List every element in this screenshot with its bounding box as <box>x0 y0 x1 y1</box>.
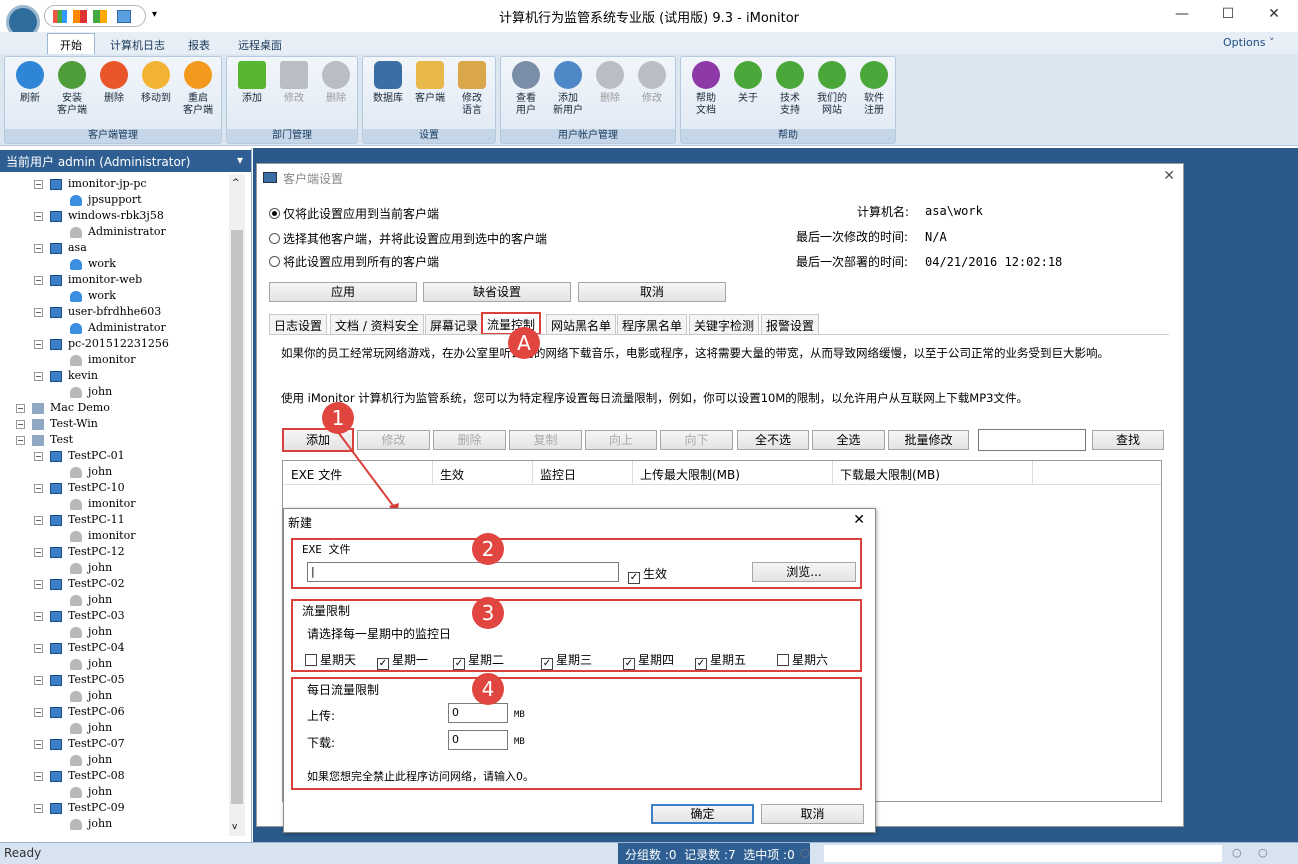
day-checkbox[interactable]: ✓ 星期一 <box>377 651 428 670</box>
exe-section: EXE 文件 | ✓ 生效 浏览... <box>291 538 862 589</box>
browse-button[interactable]: 浏览... <box>752 562 856 582</box>
upload-label: 上传: <box>307 709 336 723</box>
day-label: 星期四 <box>638 653 675 667</box>
status-counts: 分组数 :0 记录数 :7 选中项 :0 <box>625 848 795 862</box>
day-checkbox[interactable]: 星期天 <box>305 651 356 668</box>
day-label: 星期三 <box>556 653 593 667</box>
day-checkbox[interactable]: ✓ 星期五 <box>695 651 746 670</box>
daily-limit-section: 每日流量限制 上传: 0 MB 下载: 0 MB 如果您想完全禁止此程序访问网络… <box>291 677 862 790</box>
arrow-line <box>337 431 398 512</box>
upload-unit: MB <box>514 710 525 720</box>
day-checkbox[interactable]: ✓ 星期四 <box>623 651 674 670</box>
day-label: 星期天 <box>320 653 357 667</box>
day-label: 星期一 <box>392 653 429 667</box>
day-label: 星期五 <box>710 653 747 667</box>
exe-label: EXE 文件 <box>302 543 351 556</box>
day-checkbox[interactable]: 星期六 <box>777 651 828 668</box>
unchecked-box-icon <box>777 654 789 666</box>
badge-2: 2 <box>472 533 504 565</box>
status-bar: Ready 分组数 :0 记录数 :7 选中项 :0 ○ ○ ○ <box>0 842 1298 864</box>
traffic-limit-label: 流量限制 <box>302 604 351 618</box>
badge-4: 4 <box>472 673 504 705</box>
check-icon: ✓ <box>453 658 465 670</box>
block-hint: 如果您想完全禁止此程序访问网络，请输入0。 <box>307 770 534 783</box>
day-label: 星期二 <box>468 653 505 667</box>
exe-file-input[interactable]: | <box>307 562 619 582</box>
status-search-field[interactable] <box>824 845 1222 862</box>
select-days-label: 请选择每一星期中的监控日 <box>307 627 452 641</box>
zoom-out-icon[interactable]: ○ <box>1232 846 1242 859</box>
ok-button[interactable]: 确定 <box>651 804 754 824</box>
zoom-in-icon[interactable]: ○ <box>1258 846 1268 859</box>
download-unit: MB <box>514 737 525 747</box>
check-icon: ✓ <box>377 658 389 670</box>
check-icon: ✓ <box>541 658 553 670</box>
download-input[interactable]: 0 <box>448 730 508 750</box>
download-label: 下载: <box>307 736 336 750</box>
unchecked-box-icon <box>305 654 317 666</box>
badge-3: 3 <box>472 597 504 629</box>
enabled-checkbox[interactable]: ✓ 生效 <box>628 565 667 584</box>
upload-input[interactable]: 0 <box>448 703 508 723</box>
close-icon[interactable]: ✕ <box>853 512 865 528</box>
check-icon: ✓ <box>628 572 640 584</box>
day-checkbox[interactable]: ✓ 星期二 <box>453 651 504 670</box>
check-icon: ✓ <box>695 658 707 670</box>
check-icon: ✓ <box>623 658 635 670</box>
day-checkbox[interactable]: ✓ 星期三 <box>541 651 592 670</box>
new-rule-dialog: 新建 ✕ EXE 文件 | ✓ 生效 浏览... 2 流量限制 请选择每一星期中的… <box>283 508 876 833</box>
dialog-title: 新建 <box>288 516 313 530</box>
day-label: 星期六 <box>792 653 829 667</box>
traffic-section: 流量限制 请选择每一星期中的监控日 星期天 ✓ 星期一 ✓ 星期二 ✓ 星期三 ✓ 星期四 ✓ 星期… <box>291 599 862 672</box>
search-icon[interactable]: ○ <box>800 846 810 859</box>
status-ready: Ready <box>4 846 42 860</box>
daily-limit-label: 每日流量限制 <box>307 683 380 697</box>
dialog-cancel-button[interactable]: 取消 <box>761 804 864 824</box>
